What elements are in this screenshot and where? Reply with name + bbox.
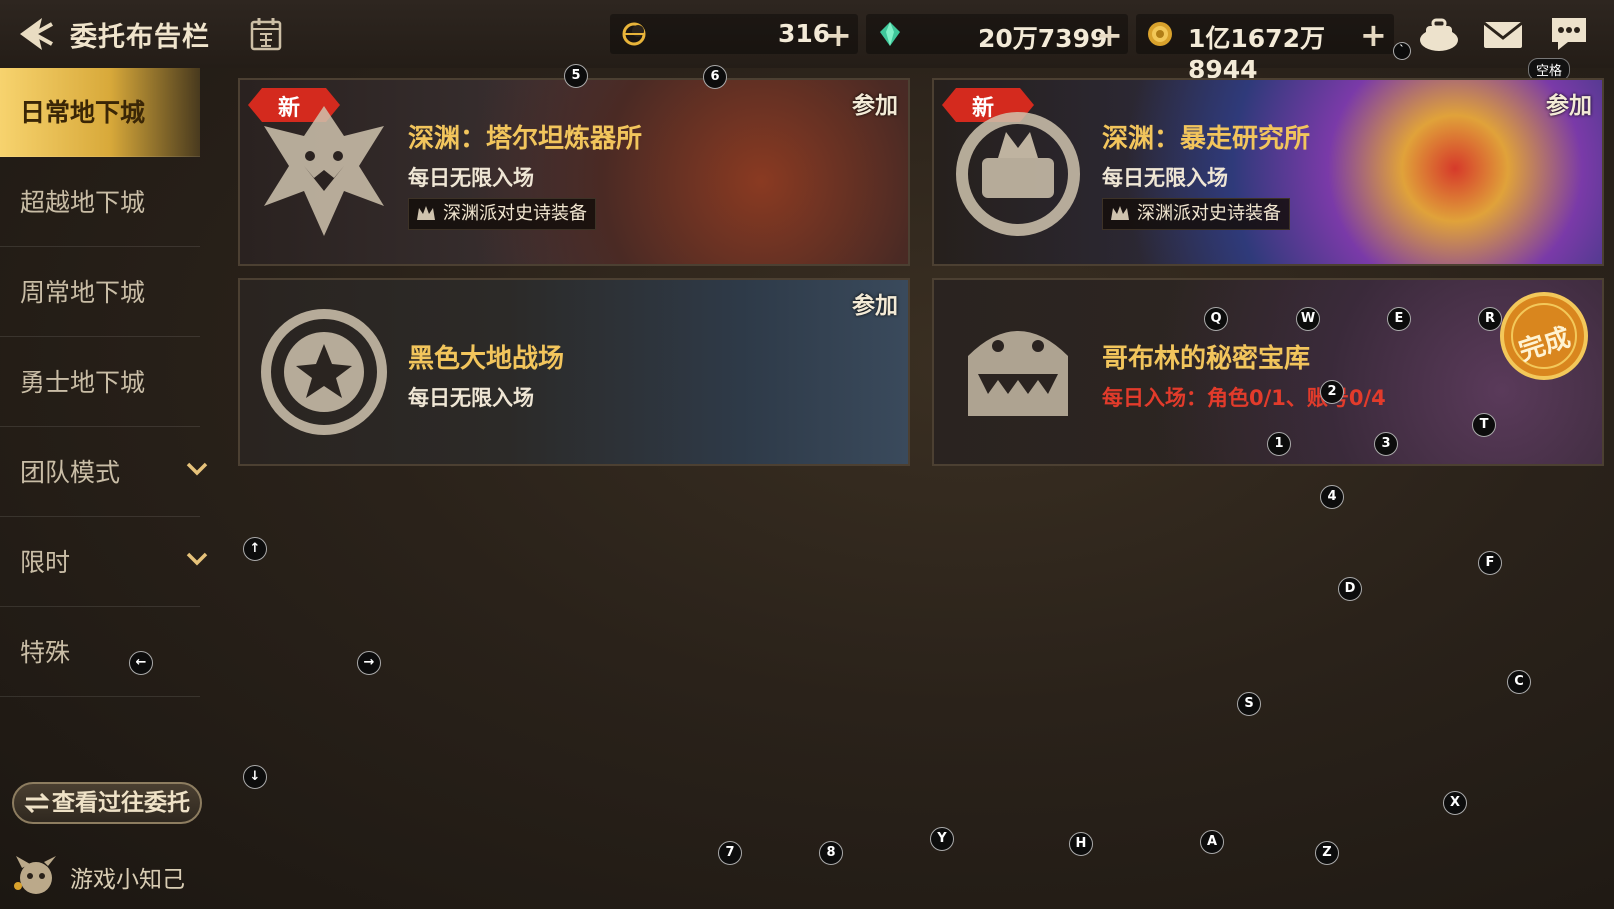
epic-gear-tag: 深渊派对史诗装备 xyxy=(1102,198,1290,230)
sidebar-item-label: 限时 xyxy=(20,548,71,577)
dungeon-card-tartan-forge[interactable]: 新 深渊：塔尔坦炼器所 每日无限入场 深渊派对史诗装备 参加 xyxy=(238,78,910,266)
key-hint: H xyxy=(1069,832,1093,856)
dungeon-card-rampage-lab[interactable]: 新 深渊：暴走研究所 每日无限入场 深渊派对史诗装备 参加 xyxy=(932,78,1604,266)
fatigue-value: 316 xyxy=(778,19,831,48)
add-crystal-button[interactable]: + xyxy=(1096,16,1123,54)
crown-icon xyxy=(1111,206,1129,220)
key-hint: T xyxy=(1472,413,1496,437)
join-button[interactable]: 参加 xyxy=(852,86,898,120)
key-hint: Y xyxy=(930,827,954,851)
key-hint: D xyxy=(1338,577,1362,601)
calendar-icon[interactable] xyxy=(250,17,282,51)
key-hint: 8 xyxy=(819,841,843,865)
sidebar-item-label: 勇士地下城 xyxy=(20,368,146,397)
key-hint: C xyxy=(1507,670,1531,694)
fatigue-resource: 316 + xyxy=(610,14,858,54)
dungeon-name: 深渊：塔尔坦炼器所 xyxy=(408,124,643,154)
dungeon-entry-info: 每日入场：角色0/1、账号0/4 xyxy=(1102,386,1386,410)
mail-icon[interactable] xyxy=(1482,14,1524,54)
key-hint: S xyxy=(1237,692,1261,716)
sidebar-item-beyond-dungeon[interactable]: 超越地下城 xyxy=(0,158,200,247)
join-button[interactable]: 参加 xyxy=(852,286,898,320)
game-tips-label: 游戏小知己 xyxy=(70,867,185,893)
crystal-value: 20万7399 xyxy=(978,24,1108,53)
key-hint: ↓ xyxy=(243,765,267,789)
dungeon-name: 深渊：暴走研究所 xyxy=(1102,124,1311,154)
key-hint: W xyxy=(1296,307,1320,331)
top-bar: 委托布告栏 316 + 20万7399 + 1亿1672万8944 + 空格 xyxy=(0,0,1614,84)
crystal-icon xyxy=(880,22,900,46)
key-hint: E xyxy=(1387,307,1411,331)
dragon-emblem-icon xyxy=(264,106,384,236)
dungeon-entry-info: 每日无限入场 xyxy=(408,386,534,410)
join-button[interactable]: 参加 xyxy=(1546,86,1592,120)
sidebar-item-label: 周常地下城 xyxy=(20,278,146,307)
dungeon-entry-info: 每日无限入场 xyxy=(408,166,534,190)
sidebar-item-label: 日常地下城 xyxy=(20,98,146,127)
key-hint: 7 xyxy=(718,841,742,865)
gold-coin-icon xyxy=(1148,22,1172,46)
epic-gear-tag-label: 深渊派对史诗装备 xyxy=(443,203,587,224)
sidebar-item-raid-mode[interactable]: 团队模式 xyxy=(0,428,208,517)
add-gold-button[interactable]: + xyxy=(1360,16,1387,54)
rune-circle-emblem-icon xyxy=(261,309,387,435)
crown-icon xyxy=(417,206,435,220)
key-hint: R xyxy=(1478,307,1502,331)
crystal-resource: 20万7399 + xyxy=(866,14,1128,54)
key-hint: 3 xyxy=(1374,432,1398,456)
sidebar-item-warrior-dungeon[interactable]: 勇士地下城 xyxy=(0,338,200,427)
dungeon-entry-info: 每日无限入场 xyxy=(1102,166,1228,190)
key-hint: Q xyxy=(1204,307,1228,331)
key-hint: ← xyxy=(129,651,153,675)
bag-icon[interactable] xyxy=(1418,14,1460,54)
key-hint: 2 xyxy=(1320,380,1344,404)
dungeon-card-black-land-battlefield[interactable]: 黑色大地战场 每日无限入场 参加 xyxy=(238,278,910,466)
epic-gear-tag-label: 深渊派对史诗装备 xyxy=(1137,203,1281,224)
back-arrow-icon[interactable] xyxy=(12,12,56,56)
swap-arrows-icon xyxy=(24,793,50,813)
epic-gear-tag: 深渊派对史诗装备 xyxy=(408,198,596,230)
sidebar-item-label: 超越地下城 xyxy=(20,188,146,217)
key-hint: F xyxy=(1478,551,1502,575)
sidebar-item-limited[interactable]: 限时 xyxy=(0,518,208,607)
sidebar-item-weekly-dungeon[interactable]: 周常地下城 xyxy=(0,248,200,337)
sidebar-item-special[interactable]: 特殊 xyxy=(0,608,200,697)
dungeon-name: 哥布林的秘密宝库 xyxy=(1102,344,1311,374)
crown-crest-emblem-icon xyxy=(956,112,1080,236)
key-hint: ↑ xyxy=(243,537,267,561)
sidebar-item-label: 团队模式 xyxy=(20,458,121,487)
sidebar-item-label: 特殊 xyxy=(20,638,71,667)
chevron-down-icon xyxy=(186,462,208,476)
dungeon-name: 黑色大地战场 xyxy=(408,344,565,374)
key-hint: X xyxy=(1443,791,1467,815)
key-hint: 1 xyxy=(1267,432,1291,456)
view-past-commissions-label: 查看过往委托 xyxy=(52,790,190,816)
key-hint: Z xyxy=(1315,841,1339,865)
key-hint: 4 xyxy=(1320,485,1344,509)
fatigue-moon-icon xyxy=(622,22,646,46)
view-past-commissions-button[interactable]: 查看过往委托 xyxy=(12,782,202,824)
gold-resource: 1亿1672万8944 + xyxy=(1136,14,1394,84)
mascot-icon xyxy=(14,856,56,894)
treasure-chest-monster-emblem-icon xyxy=(968,331,1068,416)
key-hint: ` xyxy=(1393,42,1411,60)
sidebar-item-daily-dungeon[interactable]: 日常地下城 xyxy=(0,68,200,157)
key-hint: → xyxy=(357,651,381,675)
page-title: 委托布告栏 xyxy=(70,22,210,53)
chat-icon[interactable] xyxy=(1548,14,1590,54)
chevron-down-icon xyxy=(186,552,208,566)
key-hint: A xyxy=(1200,830,1224,854)
key-hint: 5 xyxy=(564,64,588,88)
key-hint: 6 xyxy=(703,65,727,89)
add-fatigue-button[interactable]: + xyxy=(825,16,852,54)
